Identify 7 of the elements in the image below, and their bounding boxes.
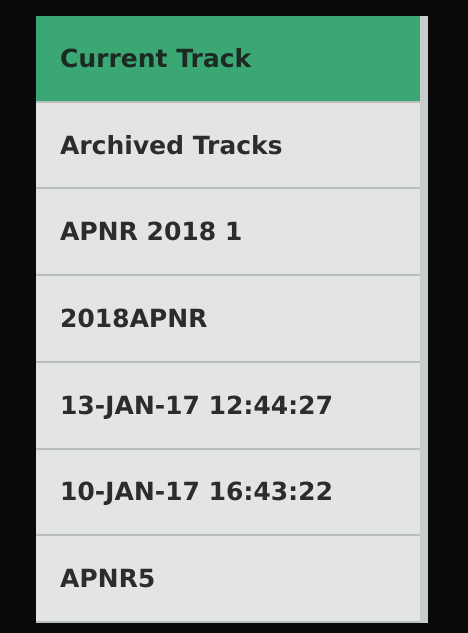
track-list-item[interactable]: 13-JAN-17 12:44:27 (36, 362, 420, 450)
track-list-item[interactable]: Current Track (36, 16, 420, 103)
track-list-item[interactable]: Archived Tracks (36, 102, 420, 190)
track-list-item[interactable]: APNR 2018 1 (36, 189, 420, 276)
track-list-item[interactable]: APNR5 (36, 536, 420, 623)
track-list-item[interactable]: 2018APNR (36, 276, 420, 363)
track-list-item[interactable]: 10-JAN-17 16:43:22 (36, 450, 420, 536)
